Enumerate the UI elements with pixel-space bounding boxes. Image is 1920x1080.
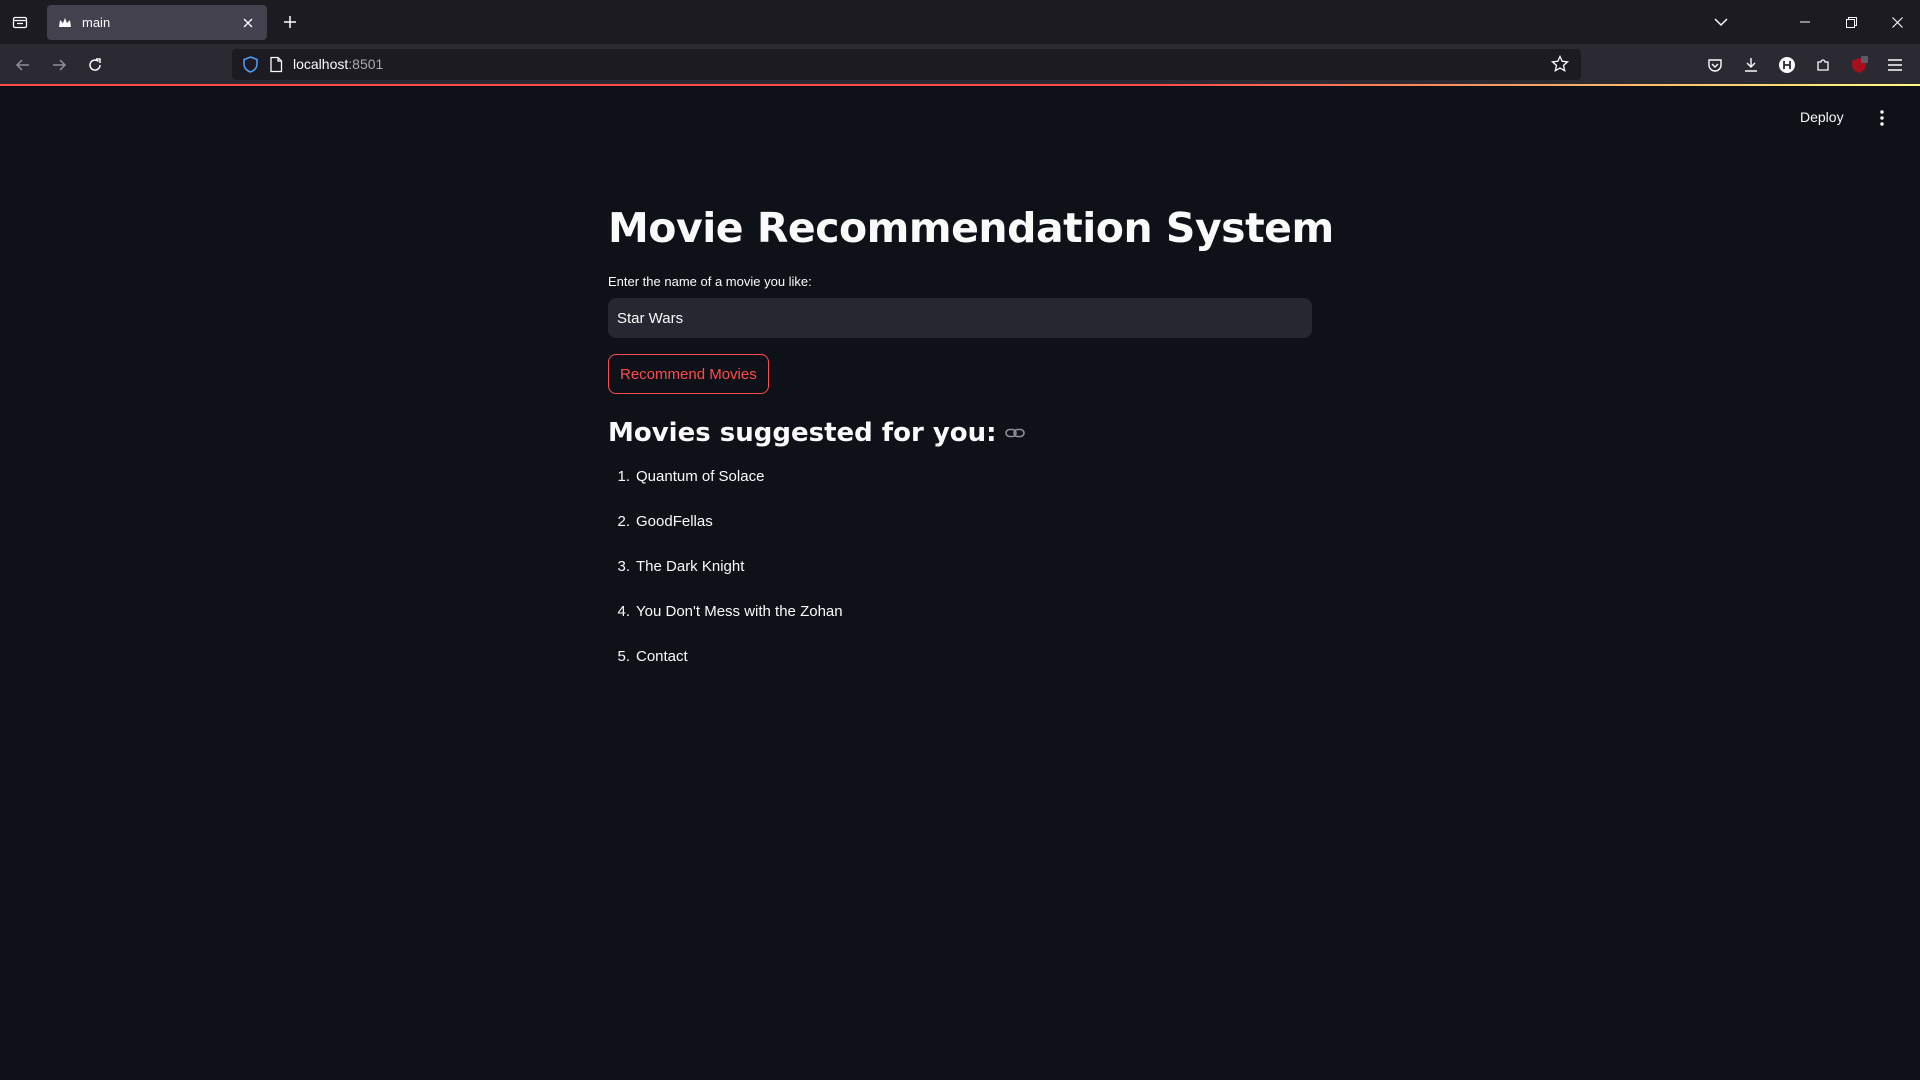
menu-icon xyxy=(1888,59,1902,71)
new-tab-button[interactable] xyxy=(279,11,301,33)
movie-input-label: Enter the name of a movie you like: xyxy=(608,274,812,289)
url-host: localhost xyxy=(293,56,349,72)
movie-title: GoodFellas xyxy=(636,513,713,530)
list-item: 5. Contact xyxy=(608,648,843,693)
app-menu-button[interactable] xyxy=(1880,50,1910,80)
list-number: 4. xyxy=(617,603,630,620)
back-button[interactable] xyxy=(8,50,38,80)
list-item: 3. The Dark Knight xyxy=(608,558,843,603)
back-arrow-icon xyxy=(15,59,29,71)
forward-button[interactable] xyxy=(44,50,74,80)
tab-title: main xyxy=(82,15,111,30)
page-title: Movie Recommendation System xyxy=(608,204,1334,252)
pocket-button[interactable] xyxy=(1700,50,1730,80)
results-heading: Movies suggested for you: xyxy=(608,418,1025,448)
app-header: Deploy xyxy=(0,86,1920,156)
browser-navbar: localhost:8501 xyxy=(0,44,1920,85)
list-item: 1. Quantum of Solace xyxy=(608,468,843,513)
plus-icon xyxy=(284,16,296,28)
url-text: localhost:8501 xyxy=(293,56,383,72)
link-icon[interactable] xyxy=(1004,423,1025,443)
chevron-down-icon xyxy=(1714,18,1728,27)
list-item: 2. GoodFellas xyxy=(608,513,843,558)
close-icon xyxy=(1891,16,1903,28)
streamlit-crown-icon xyxy=(57,15,73,31)
movie-title: Contact xyxy=(636,648,688,665)
main-menu-button[interactable] xyxy=(1872,108,1892,128)
star-icon[interactable] xyxy=(1551,55,1569,73)
ublock-shield-icon xyxy=(1852,56,1868,73)
tab-list-icon xyxy=(12,16,28,29)
recommend-movies-button[interactable]: Recommend Movies xyxy=(608,354,769,394)
movie-title: The Dark Knight xyxy=(636,558,745,575)
extensions-button[interactable] xyxy=(1808,50,1838,80)
list-number: 1. xyxy=(617,468,630,485)
ublock-button[interactable] xyxy=(1844,50,1874,80)
close-icon xyxy=(243,18,253,27)
tab-list-button[interactable] xyxy=(0,0,40,44)
movie-name-input[interactable] xyxy=(608,298,1312,338)
kebab-icon xyxy=(1880,110,1884,126)
tab-close-button[interactable] xyxy=(239,14,257,32)
reload-icon xyxy=(89,58,101,71)
list-item: 4. You Don't Mess with the Zohan xyxy=(608,603,843,648)
browser-tabbar: main xyxy=(0,0,1920,44)
account-button[interactable] xyxy=(1772,50,1802,80)
window-controls xyxy=(1782,0,1920,44)
download-icon xyxy=(1745,58,1757,72)
restore-button[interactable] xyxy=(1828,0,1874,44)
extension-icon xyxy=(1817,59,1829,71)
forward-arrow-icon xyxy=(53,59,67,71)
minimize-icon xyxy=(1800,21,1810,23)
minimize-button[interactable] xyxy=(1782,0,1828,44)
shield-icon[interactable] xyxy=(242,56,259,73)
pocket-icon xyxy=(1708,59,1722,72)
movie-list: 1. Quantum of Solace 2. GoodFellas 3. The D… xyxy=(608,468,843,693)
list-number: 5. xyxy=(617,648,630,665)
restore-icon xyxy=(1845,16,1857,28)
page-icon xyxy=(270,56,283,73)
deploy-button[interactable]: Deploy xyxy=(1800,109,1844,125)
list-number: 2. xyxy=(617,513,630,530)
list-all-tabs-button[interactable] xyxy=(1708,10,1734,34)
movie-title: Quantum of Solace xyxy=(636,468,765,485)
downloads-button[interactable] xyxy=(1736,50,1766,80)
reload-button[interactable] xyxy=(80,50,110,80)
url-bar[interactable]: localhost:8501 xyxy=(232,49,1581,80)
movie-title: You Don't Mess with the Zohan xyxy=(636,603,843,620)
url-port: :8501 xyxy=(348,56,384,72)
close-window-button[interactable] xyxy=(1874,0,1920,44)
account-h-icon xyxy=(1779,57,1795,73)
results-heading-text: Movies suggested for you: xyxy=(608,418,997,448)
list-number: 3. xyxy=(617,558,630,575)
browser-tab-main[interactable]: main xyxy=(47,5,267,40)
